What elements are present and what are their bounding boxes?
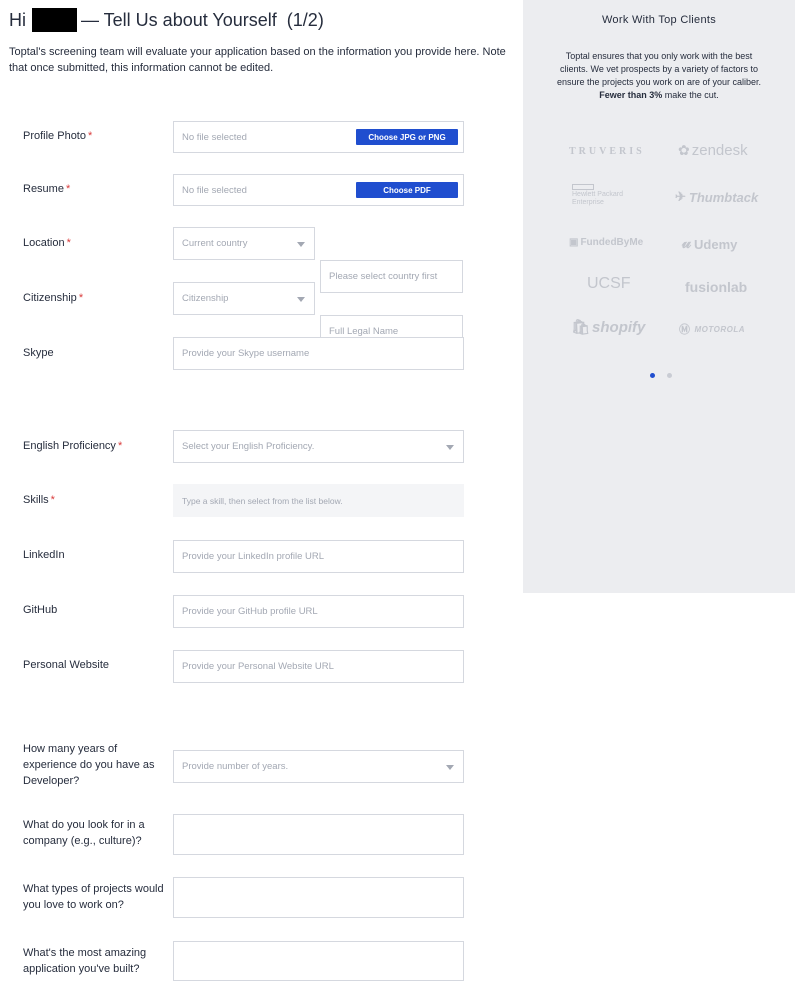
github-placeholder: Provide your GitHub profile URL <box>182 606 318 617</box>
country-select[interactable]: Current country <box>173 227 315 260</box>
fusionlab-logo: fusionlab <box>685 279 748 295</box>
required-marker: * <box>66 237 71 249</box>
years-row: How many years of experience do you have… <box>23 741 473 787</box>
citizenship-label: Citizenship * <box>23 292 84 304</box>
page-header: Hi — Tell Us about Yourself (1/2) Toptal… <box>9 8 509 76</box>
country-placeholder: Current country <box>182 238 248 249</box>
linkedin-input[interactable]: Provide your LinkedIn profile URL <box>173 540 464 573</box>
profile-photo-upload[interactable]: No file selected Choose JPG or PNG <box>173 121 464 153</box>
chevron-down-icon <box>297 296 305 302</box>
years-select[interactable]: Provide number of years. <box>173 750 464 783</box>
profile-photo-label: Profile Photo * <box>23 130 93 142</box>
greeting-text: Hi <box>9 9 26 30</box>
citizenship-placeholder: Citizenship <box>182 293 229 304</box>
hpe-logo: Hewlett Packard Enterprise <box>572 184 623 207</box>
sidebar-title: Work With Top Clients <box>601 14 717 26</box>
motorola-logo: Ⓜ MOTOROLA <box>679 324 746 336</box>
carousel-dot-1[interactable] <box>650 373 655 378</box>
thumbtack-logo: ✈ Thumbtack <box>675 189 759 205</box>
page-title: Hi — Tell Us about Yourself (1/2) <box>9 8 509 32</box>
title-text: — Tell Us about Yourself <box>81 9 277 30</box>
required-marker: * <box>65 183 71 195</box>
resume-row: Resume * No file selected Choose PDF <box>23 174 473 206</box>
years-label: How many years of experience do you have… <box>23 743 155 787</box>
carousel-dots <box>650 373 672 378</box>
github-input[interactable]: Provide your GitHub profile URL <box>173 595 464 628</box>
sidebar-description: Toptal ensures that you only work with t… <box>556 51 762 87</box>
years-placeholder: Provide number of years. <box>182 761 289 772</box>
github-row: GitHub Provide your GitHub profile URL <box>23 595 473 628</box>
carousel-dot-2[interactable] <box>667 373 672 378</box>
required-marker: * <box>50 494 55 506</box>
skype-input[interactable]: Provide your Skype username <box>173 337 464 370</box>
skype-placeholder: Provide your Skype username <box>182 348 310 359</box>
udemy-logo: 𝓊 Udemy <box>682 235 738 252</box>
intro-text: Toptal's screening team will evaluate yo… <box>9 46 506 74</box>
projects-textarea[interactable] <box>173 877 464 918</box>
linkedin-row: LinkedIn Provide your LinkedIn profile U… <box>23 540 473 573</box>
step-indicator: (1/2) <box>286 9 324 30</box>
file-status: No file selected <box>182 184 247 196</box>
chevron-down-icon <box>297 241 305 247</box>
website-placeholder: Provide your Personal Website URL <box>182 661 334 672</box>
sidebar-highlight: Fewer than 3% <box>599 90 663 100</box>
resume-upload[interactable]: No file selected Choose PDF <box>173 174 464 206</box>
sidebar-text: Toptal ensures that you only work with t… <box>553 50 765 102</box>
choose-pdf-button[interactable]: Choose PDF <box>356 182 458 198</box>
skills-input[interactable]: Type a skill, then select from the list … <box>173 484 464 517</box>
redacted-name <box>32 8 77 32</box>
english-label: English Proficiency * <box>23 440 123 452</box>
resume-label: Resume * <box>23 183 71 195</box>
shopify-logo: 🛍 shopify <box>571 318 646 337</box>
linkedin-placeholder: Provide your LinkedIn profile URL <box>182 551 325 562</box>
projects-label: What types of projects would you love to… <box>23 883 164 911</box>
ucsf-logo: UCSF <box>587 275 631 292</box>
amazing-textarea[interactable] <box>173 941 464 981</box>
projects-row: What types of projects would you love to… <box>23 877 473 918</box>
chevron-down-icon <box>446 444 454 450</box>
english-row: English Proficiency * Select your English… <box>23 430 473 463</box>
fundedbyme-logo: ▣ FundedByMe <box>569 237 644 248</box>
profile-photo-row: Profile Photo * No file selected Choose J… <box>23 121 473 153</box>
english-proficiency-select[interactable]: Select your English Proficiency. <box>173 430 464 463</box>
company-textarea[interactable] <box>173 814 464 855</box>
choose-photo-button[interactable]: Choose JPG or PNG <box>356 129 458 145</box>
skills-row: Skills * Type a skill, then select from t… <box>23 484 473 517</box>
sidebar-highlight-rest: make the cut. <box>662 90 719 100</box>
truveris-logo: TRUVERIS <box>569 146 645 157</box>
github-label: GitHub <box>23 604 58 616</box>
amazing-label: What's the most amazing application you'… <box>23 947 147 975</box>
zendesk-logo: ✿ zendesk <box>678 142 748 159</box>
legal-name-placeholder: Full Legal Name <box>329 326 399 337</box>
skype-label: Skype <box>23 347 54 359</box>
linkedin-label: LinkedIn <box>23 549 65 561</box>
website-input[interactable]: Provide your Personal Website URL <box>173 650 464 683</box>
city-placeholder: Please select country first <box>329 271 438 282</box>
amazing-row: What's the most amazing application you'… <box>23 941 473 981</box>
chevron-down-icon <box>446 764 454 770</box>
company-row: What do you look for in a company (e.g.,… <box>23 814 473 855</box>
company-label: What do you look for in a company (e.g.,… <box>23 819 145 847</box>
required-marker: * <box>87 130 93 142</box>
location-label: Location * <box>23 237 71 249</box>
website-label: Personal Website <box>23 659 110 671</box>
required-marker: * <box>78 292 84 304</box>
citizenship-select[interactable]: Citizenship <box>173 282 315 315</box>
skype-row: Skype Provide your Skype username <box>23 337 473 370</box>
file-status: No file selected <box>182 131 247 143</box>
skills-label: Skills * <box>23 494 55 506</box>
website-row: Personal Website Provide your Personal W… <box>23 650 473 683</box>
clients-sidebar: Work With Top Clients Toptal ensures tha… <box>523 0 795 593</box>
english-placeholder: Select your English Proficiency. <box>182 441 315 452</box>
required-marker: * <box>117 440 123 452</box>
skills-placeholder: Type a skill, then select from the list … <box>182 495 343 506</box>
